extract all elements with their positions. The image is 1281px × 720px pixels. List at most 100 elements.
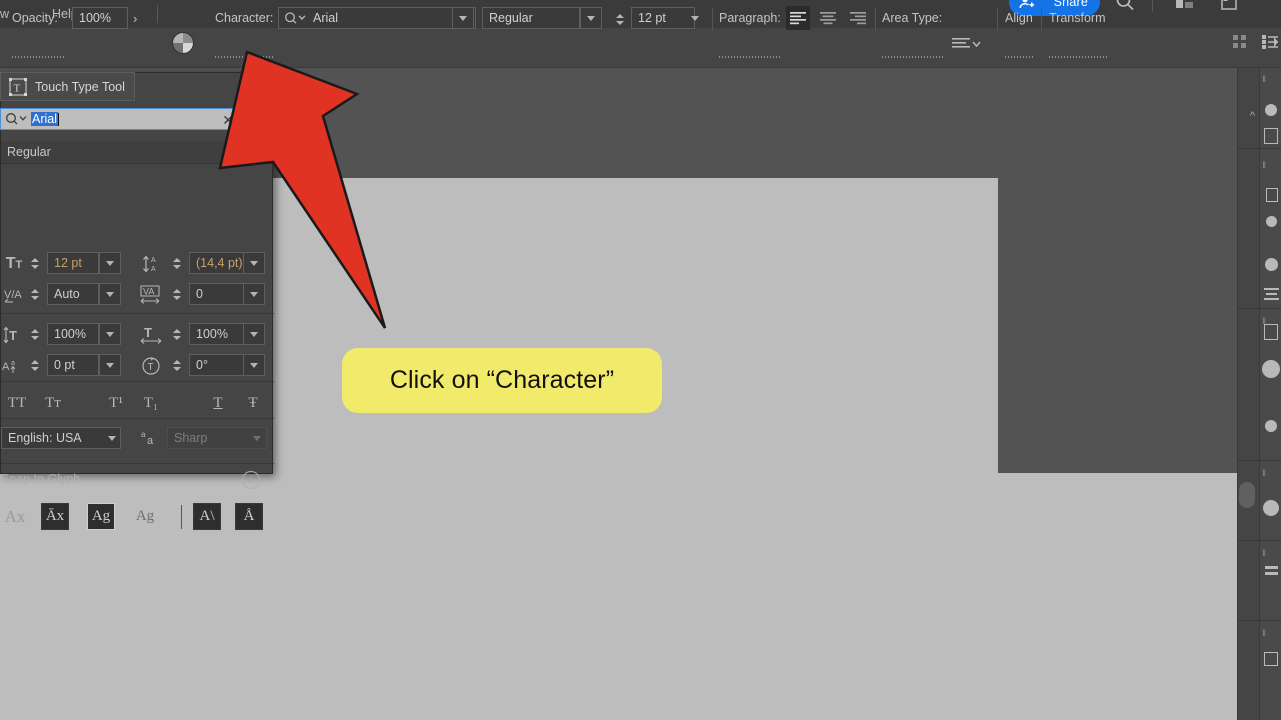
panel-menu-icon[interactable] <box>1262 35 1280 49</box>
character-rotation-field[interactable]: 0° <box>189 354 247 376</box>
font-search-input[interactable]: Arial ✕ <box>0 108 241 130</box>
strikethrough-button[interactable]: Ŧ <box>241 391 265 415</box>
font-style-combo[interactable]: Regular <box>482 7 580 29</box>
vertical-scale-icon: T <box>1 323 27 347</box>
vertical-scale-field[interactable]: 100% <box>47 323 99 345</box>
character-rotation-chevron[interactable] <box>243 354 265 376</box>
dock-scrollbar-thumb[interactable] <box>1239 482 1255 508</box>
superscript-button[interactable]: T¹ <box>104 391 128 415</box>
dock-divider-4 <box>1237 540 1281 541</box>
svg-text:A: A <box>151 266 156 273</box>
baseline-shift-stepper[interactable] <box>29 354 41 376</box>
dock-paths-icon[interactable] <box>1265 420 1277 432</box>
share-person-icon <box>1019 0 1035 9</box>
search-icon[interactable] <box>1113 0 1137 14</box>
all-caps-button[interactable]: TT <box>5 391 29 415</box>
opacity-expand-icon[interactable]: › <box>133 11 137 26</box>
kerning-stepper[interactable] <box>29 283 41 305</box>
dock-actions-icon[interactable] <box>1264 652 1278 666</box>
dock-adjustments-icon[interactable] <box>1266 216 1277 227</box>
align-right-button[interactable] <box>846 6 870 30</box>
leading-stepper[interactable] <box>171 252 183 274</box>
vertical-scale-chevron[interactable] <box>99 323 121 345</box>
font-search-value: Arial <box>31 112 59 126</box>
instruction-callout-text: Click on “Character” <box>389 366 615 394</box>
dock-gradient-icon[interactable] <box>1265 258 1278 271</box>
align-left-button[interactable] <box>786 6 810 30</box>
panel-toggle-icon[interactable] <box>1218 0 1240 11</box>
share-label: Share <box>1053 0 1088 9</box>
touch-type-tool-chip[interactable]: T Touch Type Tool <box>0 72 135 101</box>
dock-properties-icon[interactable] <box>1262 360 1280 378</box>
svg-text:a: a <box>141 430 146 439</box>
dock-lines-icon-c[interactable] <box>1264 298 1279 300</box>
font-size-stepper[interactable] <box>614 8 626 30</box>
svg-text:T: T <box>144 326 152 340</box>
workspace-layout-icon[interactable] <box>1174 0 1196 11</box>
font-size-field-chevron[interactable] <box>99 252 121 274</box>
panel-grip-1[interactable]: ‖ <box>1262 74 1266 84</box>
small-caps-button[interactable]: Tт <box>41 391 65 415</box>
font-size-field[interactable]: 12 pt <box>47 252 99 274</box>
snap-center-button[interactable]: Å <box>235 503 263 530</box>
kerning-field-chevron[interactable] <box>99 283 121 305</box>
info-icon[interactable]: i <box>242 471 260 489</box>
align-center-button[interactable] <box>816 6 840 30</box>
touch-type-tool-icon: T <box>9 77 27 96</box>
panel-grip-2[interactable]: ‖ <box>1262 160 1266 170</box>
vertical-scale-stepper[interactable] <box>29 323 41 345</box>
snap-cap-height-button[interactable]: Āx <box>41 503 69 530</box>
dock-libraries-icon[interactable] <box>1266 188 1278 202</box>
opacity-input[interactable]: 100% <box>72 7 128 29</box>
dock-layers-icon[interactable] <box>1264 324 1278 340</box>
dock-divider-2 <box>1237 308 1281 309</box>
dock-char-icon-a[interactable] <box>1265 566 1278 569</box>
font-size-stepper-panel[interactable] <box>29 252 41 274</box>
search-filter-icon[interactable] <box>5 112 31 126</box>
panel-grip-5[interactable]: ‖ <box>1262 548 1266 558</box>
baseline-shift-field[interactable]: 0 pt <box>47 354 99 376</box>
panel-grip-6[interactable]: ‖ <box>1262 628 1266 638</box>
align-center-icon <box>820 12 836 25</box>
anti-alias-icon: aa <box>141 430 154 447</box>
align-underline <box>1005 56 1033 58</box>
snap-to-glyph-label: Snap to Glyph <box>1 472 81 486</box>
document-page-lower[interactable] <box>0 473 1237 720</box>
font-search-icon[interactable] <box>284 11 308 25</box>
panel-divider-2 <box>1 381 274 382</box>
snap-stem-button[interactable]: A\ <box>193 503 221 530</box>
menu-item-window[interactable]: w <box>0 2 9 26</box>
svg-text:T: T <box>14 82 21 94</box>
tracking-stepper[interactable] <box>171 283 183 305</box>
baseline-shift-chevron[interactable] <box>99 354 121 376</box>
dock-swatches-icon[interactable] <box>1264 128 1278 144</box>
snap-x-height-button[interactable]: Ag <box>131 503 159 530</box>
horizontal-scale-stepper[interactable] <box>171 323 183 345</box>
kerning-field[interactable]: Auto <box>47 283 99 305</box>
dock-char-icon-b[interactable] <box>1265 572 1278 575</box>
underline-button[interactable]: T <box>206 391 230 415</box>
dock-collapse-icon[interactable]: ^ <box>1250 110 1255 122</box>
character-rotation-stepper[interactable] <box>171 354 183 376</box>
red-pointer-arrow <box>218 50 387 329</box>
align-button[interactable]: Align <box>1005 11 1033 25</box>
subscript-button[interactable]: T₁ <box>139 391 163 415</box>
font-style-chevron[interactable] <box>580 7 602 29</box>
menu-divider <box>157 5 158 23</box>
snap-em-box-button[interactable]: Ag <box>87 503 115 530</box>
font-size-chevron[interactable] <box>684 7 706 29</box>
snap-baseline-button[interactable]: Ax <box>1 503 29 530</box>
area-type-icon[interactable] <box>952 36 982 52</box>
opacity-label: Opacity: <box>12 11 58 25</box>
brush-blend-wheel-icon[interactable] <box>172 32 194 54</box>
transform-button[interactable]: Transform <box>1049 11 1106 25</box>
grid-options-icon[interactable] <box>1233 35 1247 49</box>
dock-lines-icon-a[interactable] <box>1264 288 1279 290</box>
font-family-chevron[interactable] <box>452 7 474 29</box>
dock-history-icon[interactable] <box>1263 500 1279 516</box>
dock-lines-icon-b[interactable] <box>1266 293 1277 295</box>
area-type-label: Area Type: <box>882 11 943 25</box>
dock-color-swatch-icon[interactable] <box>1265 104 1277 116</box>
panel-grip-4[interactable]: ‖ <box>1262 468 1266 478</box>
language-chevron[interactable] <box>101 427 122 449</box>
